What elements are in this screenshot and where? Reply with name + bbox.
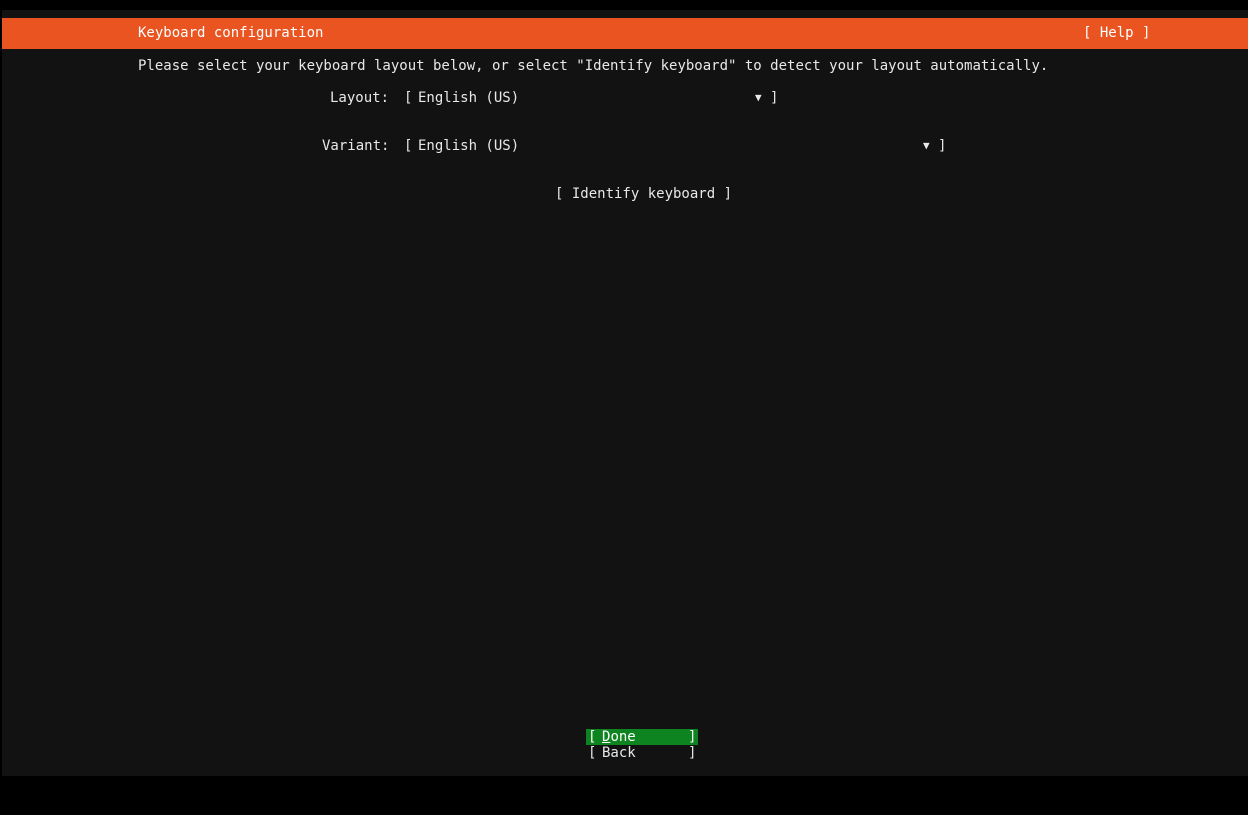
done-button[interactable]: [ Done ]	[586, 729, 698, 745]
variant-label: Variant:	[322, 138, 390, 154]
bottom-border	[0, 776, 1248, 815]
top-border	[0, 0, 1248, 10]
bracket-open: [	[404, 138, 413, 154]
bracket-close: ]	[770, 90, 779, 106]
layout-label: Layout:	[330, 90, 390, 106]
variant-value: English (US)	[418, 138, 520, 154]
installer-screen: Keyboard configuration [ Help ] Please s…	[2, 10, 1248, 776]
bracket-open: [	[404, 90, 413, 106]
bracket-open: [	[588, 729, 597, 745]
header-bar: Keyboard configuration [ Help ]	[2, 18, 1248, 49]
bracket-close: ]	[938, 138, 947, 154]
bracket-open: [	[588, 745, 597, 761]
variant-select[interactable]: [ English (US) ▼ ]	[404, 137, 948, 155]
back-button[interactable]: [ Back ]	[586, 745, 698, 761]
help-button[interactable]: [ Help ]	[1083, 24, 1150, 42]
instructions-text: Please select your keyboard layout below…	[138, 58, 1049, 74]
dropdown-arrow-icon: ▼	[923, 139, 930, 152]
identify-keyboard-button[interactable]: [ Identify keyboard ]	[555, 185, 732, 203]
done-label: Done	[602, 729, 636, 745]
bracket-close: ]	[688, 729, 697, 745]
page-title: Keyboard configuration	[138, 25, 324, 41]
layout-select[interactable]: [ English (US) ▼ ]	[404, 89, 780, 107]
layout-value: English (US)	[418, 90, 520, 106]
back-label: Back	[602, 745, 636, 761]
dropdown-arrow-icon: ▼	[755, 91, 762, 104]
bracket-close: ]	[688, 745, 697, 761]
